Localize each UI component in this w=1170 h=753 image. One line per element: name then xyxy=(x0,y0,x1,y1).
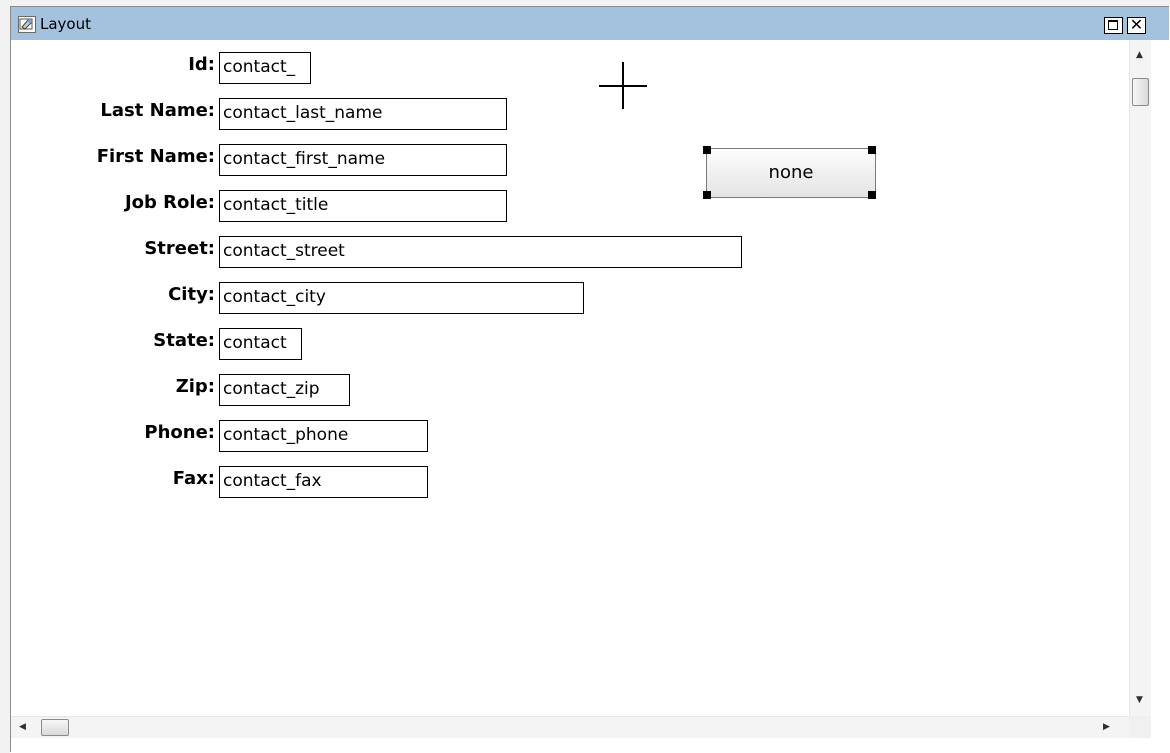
state-field[interactable]: contact xyxy=(219,328,302,360)
vertical-scrollbar[interactable]: ▲ ▼ xyxy=(1129,40,1151,716)
state-label: State: xyxy=(153,330,215,351)
scroll-up-arrow-icon[interactable]: ▲ xyxy=(1136,50,1143,60)
screen-edge-left xyxy=(0,0,10,753)
fax-label: Fax: xyxy=(172,468,215,489)
first-name-label: First Name: xyxy=(96,146,215,167)
scroll-right-arrow-icon[interactable]: ▶ xyxy=(1103,722,1110,732)
last-name-field[interactable]: contact_last_name xyxy=(219,98,507,130)
resize-handle-top-right[interactable] xyxy=(868,146,876,154)
zip-label: Zip: xyxy=(175,376,215,397)
close-button[interactable]: ✕ xyxy=(1127,15,1146,34)
none-button[interactable]: none xyxy=(706,148,876,198)
window-right-margin xyxy=(1151,40,1169,752)
zip-field[interactable]: contact_zip xyxy=(219,374,350,406)
id-field[interactable]: contact_ xyxy=(219,52,311,84)
job-role-label: Job Role: xyxy=(124,192,215,213)
street-field[interactable]: contact_street xyxy=(219,236,742,268)
fax-field[interactable]: contact_fax xyxy=(219,466,428,498)
scrollbar-corner xyxy=(1129,716,1151,738)
scroll-left-arrow-icon[interactable]: ◀ xyxy=(19,722,26,732)
first-name-field[interactable]: contact_first_name xyxy=(219,144,507,176)
id-label: Id: xyxy=(188,54,215,75)
window-title: Layout xyxy=(40,15,91,33)
street-label: Street: xyxy=(144,238,215,259)
maximize-button[interactable] xyxy=(1104,17,1123,34)
layout-window-icon[interactable] xyxy=(18,16,36,33)
city-field[interactable]: contact_city xyxy=(219,282,584,314)
maximize-icon xyxy=(1108,20,1118,30)
title-bar[interactable]: Layout ✕ xyxy=(11,7,1169,40)
scroll-down-arrow-icon[interactable]: ▼ xyxy=(1136,695,1143,705)
layout-window: Layout ✕ Id: contact_ Last Name: contact… xyxy=(10,6,1169,752)
close-icon: ✕ xyxy=(1129,15,1144,34)
resize-handle-bottom-left[interactable] xyxy=(703,191,711,199)
phone-field[interactable]: contact_phone xyxy=(219,420,428,452)
last-name-label: Last Name: xyxy=(100,100,215,121)
horizontal-scroll-thumb[interactable] xyxy=(41,719,69,736)
horizontal-scrollbar[interactable]: ◀ ▶ xyxy=(11,716,1129,738)
job-role-field[interactable]: contact_title xyxy=(219,190,507,222)
layout-canvas[interactable]: Id: contact_ Last Name: contact_last_nam… xyxy=(11,40,1129,716)
resize-handle-top-left[interactable] xyxy=(703,146,711,154)
city-label: City: xyxy=(168,284,215,305)
resize-handle-bottom-right[interactable] xyxy=(868,191,876,199)
crosshair-cursor-horizontal xyxy=(599,85,647,87)
phone-label: Phone: xyxy=(144,422,215,443)
vertical-scroll-thumb[interactable] xyxy=(1132,78,1149,106)
